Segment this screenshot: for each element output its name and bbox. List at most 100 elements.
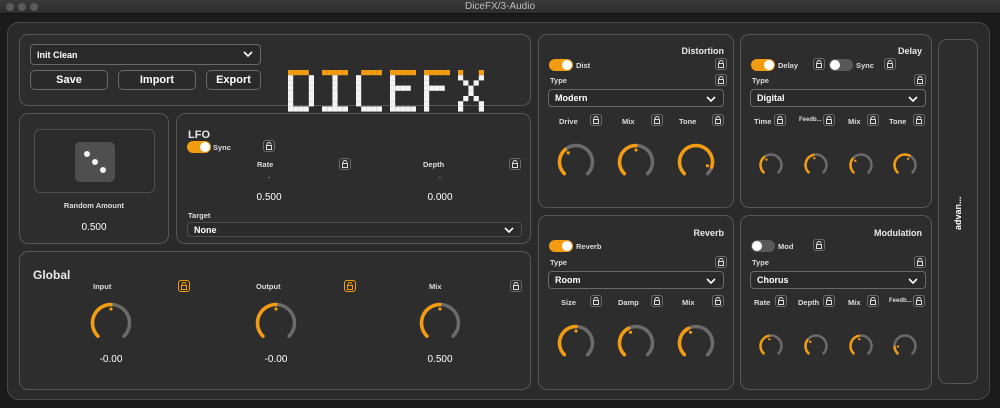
lock-icon[interactable] xyxy=(914,256,926,268)
logo-pixel xyxy=(405,85,411,91)
import-button[interactable]: Import xyxy=(118,70,196,90)
global-input-knob[interactable] xyxy=(88,300,134,346)
lock-icon[interactable] xyxy=(712,295,724,307)
logo-pixel xyxy=(361,106,367,112)
knob-indicator xyxy=(628,330,633,334)
delay-feedback-knob[interactable] xyxy=(802,151,830,179)
global-title: Global xyxy=(33,268,71,282)
knob-fill xyxy=(893,345,899,355)
lock-icon[interactable] xyxy=(913,295,925,307)
lock-icon[interactable] xyxy=(884,58,896,70)
delay-type-select[interactable]: Digital xyxy=(750,89,926,107)
reverb-mix-knob[interactable] xyxy=(675,322,717,364)
distortion-drive-knob[interactable] xyxy=(555,141,597,183)
logo-pixel xyxy=(395,70,401,76)
delay-tone-knob[interactable] xyxy=(891,151,919,179)
lock-icon[interactable] xyxy=(823,114,835,126)
distortion-mix-knob[interactable] xyxy=(615,141,657,183)
lock-icon[interactable] xyxy=(510,280,522,292)
lfo-depth-value[interactable]: 0.000 xyxy=(410,192,470,203)
global-panel: Global Input Output Mix -0.00 -0.00 0.50… xyxy=(19,251,531,390)
lock-icon[interactable] xyxy=(913,114,925,126)
delay-time-knob[interactable] xyxy=(757,151,785,179)
lock-icon[interactable] xyxy=(715,58,727,70)
global-output-value[interactable]: -0.00 xyxy=(241,354,311,365)
delay-mix-knob[interactable] xyxy=(847,151,875,179)
lock-icon[interactable] xyxy=(715,256,727,268)
distortion-tone-knob[interactable] xyxy=(675,141,717,183)
lfo-sync-toggle[interactable] xyxy=(187,141,211,153)
reverb-title: Reverb xyxy=(693,228,724,238)
advanced-tab[interactable]: advan... xyxy=(938,39,978,384)
logo-pixel xyxy=(308,90,314,96)
lock-icon[interactable] xyxy=(813,58,825,70)
reverb-damp-knob[interactable] xyxy=(615,322,657,364)
logo-pixel xyxy=(458,106,464,112)
logo-pixel xyxy=(376,106,382,112)
lock-icon[interactable] xyxy=(339,158,351,170)
knob-fill xyxy=(255,302,278,338)
global-output-label: Output xyxy=(256,282,281,291)
export-button[interactable]: Export xyxy=(206,70,261,90)
logo-pixel xyxy=(424,101,430,107)
lock-icon[interactable] xyxy=(774,114,786,126)
knob-indicator xyxy=(813,156,816,160)
knob-indicator xyxy=(705,164,710,168)
lock-icon[interactable] xyxy=(813,239,825,251)
lock-icon[interactable] xyxy=(651,114,663,126)
modulation-depth-knob[interactable] xyxy=(802,332,830,360)
modulation-mix-knob[interactable] xyxy=(847,332,875,360)
distortion-toggle[interactable] xyxy=(549,59,573,71)
lock-icon[interactable] xyxy=(823,295,835,307)
lock-icon[interactable] xyxy=(344,280,356,292)
modulation-toggle[interactable] xyxy=(751,240,775,252)
delay-sync-toggle[interactable] xyxy=(829,59,853,71)
delay-toggle[interactable] xyxy=(751,59,775,71)
lock-icon[interactable] xyxy=(715,74,727,86)
logo-pixel xyxy=(390,90,396,96)
chevron-down-icon xyxy=(908,278,918,285)
dice-area[interactable] xyxy=(34,129,155,193)
reverb-damp-label: Damp xyxy=(618,298,639,307)
lock-icon[interactable] xyxy=(590,295,602,307)
lock-icon[interactable] xyxy=(914,74,926,86)
lock-icon[interactable] xyxy=(178,280,190,292)
reverb-size-knob[interactable] xyxy=(555,322,597,364)
knob-track xyxy=(804,334,828,355)
lfo-depth-marker: . xyxy=(438,171,442,180)
lfo-target-select[interactable]: None xyxy=(187,222,522,237)
modulation-type-select[interactable]: Chorus xyxy=(750,271,926,289)
dice-icon[interactable] xyxy=(75,142,115,182)
title-bar: DiceFX/3-Audio xyxy=(0,0,1000,14)
global-input-value[interactable]: -0.00 xyxy=(76,354,146,365)
random-amount-value[interactable]: 0.500 xyxy=(20,222,168,233)
global-output-knob[interactable] xyxy=(253,300,299,346)
knob-fill xyxy=(849,334,860,355)
lock-icon[interactable] xyxy=(867,114,879,126)
logo-pixel xyxy=(332,70,338,76)
lock-icon[interactable] xyxy=(712,114,724,126)
logo-pixel xyxy=(337,106,343,112)
delay-tone-label: Tone xyxy=(889,117,907,126)
lfo-rate-value[interactable]: 0.500 xyxy=(239,192,299,203)
knob-fill xyxy=(557,324,578,357)
distortion-type-select[interactable]: Modern xyxy=(548,89,724,107)
lock-icon[interactable] xyxy=(590,114,602,126)
lock-icon[interactable] xyxy=(509,158,521,170)
lock-icon[interactable] xyxy=(775,295,787,307)
lock-icon[interactable] xyxy=(867,295,879,307)
preset-select[interactable]: Init Clean xyxy=(30,44,261,65)
modulation-rate-knob[interactable] xyxy=(757,332,785,360)
save-button[interactable]: Save xyxy=(30,70,108,90)
reverb-type-select[interactable]: Room xyxy=(548,271,724,289)
lock-icon[interactable] xyxy=(651,295,663,307)
modulation-feedback-knob[interactable] xyxy=(891,332,919,360)
global-mix-knob[interactable] xyxy=(417,300,463,346)
distortion-tone-label: Tone xyxy=(679,117,697,126)
logo-pixel xyxy=(463,96,469,102)
chevron-down-icon xyxy=(243,51,253,58)
reverb-toggle[interactable] xyxy=(549,240,573,252)
lock-icon[interactable] xyxy=(263,140,275,152)
global-mix-value[interactable]: 0.500 xyxy=(405,354,475,365)
knob-fill xyxy=(617,326,631,357)
